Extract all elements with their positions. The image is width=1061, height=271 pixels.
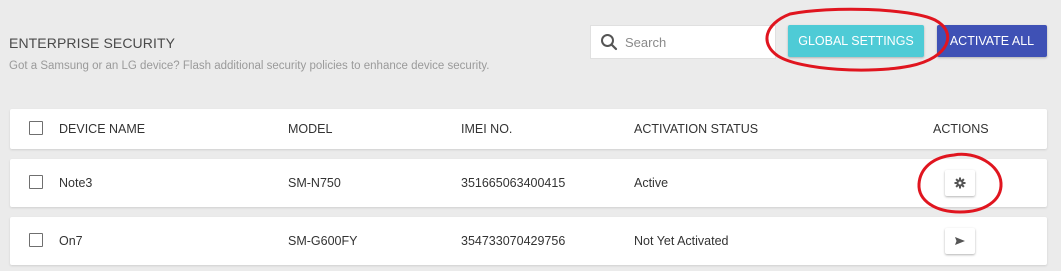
column-header-model: MODEL (288, 122, 333, 136)
row-checkbox[interactable] (29, 175, 43, 189)
page-title: ENTERPRISE SECURITY (9, 35, 176, 51)
column-header-activation-status: ACTIVATION STATUS (634, 122, 759, 136)
device-name-cell: On7 (59, 234, 83, 248)
table-header: DEVICE NAME MODEL IMEI NO. ACTIVATION ST… (10, 109, 1047, 149)
column-header-actions: ACTIONS (933, 122, 989, 136)
table-row: On7 SM-G600FY 354733070429756 Not Yet Ac… (10, 217, 1047, 265)
device-name-cell: Note3 (59, 176, 93, 190)
imei-cell: 351665063400415 (461, 176, 566, 190)
row-checkbox[interactable] (29, 233, 43, 247)
column-header-imei: IMEI NO. (461, 122, 513, 136)
send-icon (954, 236, 966, 246)
send-action-button[interactable] (945, 228, 975, 254)
gear-icon (954, 177, 966, 189)
search-input[interactable] (625, 34, 765, 50)
search-box[interactable] (590, 25, 776, 59)
column-header-device-name: DEVICE NAME (59, 122, 146, 136)
table-row: Note3 SM-N750 351665063400415 Active (10, 159, 1047, 207)
select-all-checkbox[interactable] (29, 121, 43, 135)
activation-status-cell: Not Yet Activated (634, 234, 729, 248)
activation-status-cell: Active (634, 176, 669, 190)
model-cell: SM-N750 (288, 176, 341, 190)
settings-action-button[interactable] (945, 170, 975, 196)
global-settings-button[interactable]: GLOBAL SETTINGS (788, 25, 924, 57)
page-subtitle: Got a Samsung or an LG device? Flash add… (9, 60, 490, 72)
search-icon (599, 32, 619, 52)
imei-cell: 354733070429756 (461, 234, 566, 248)
activate-all-button[interactable]: ACTIVATE ALL (937, 25, 1047, 57)
model-cell: SM-G600FY (288, 234, 358, 248)
